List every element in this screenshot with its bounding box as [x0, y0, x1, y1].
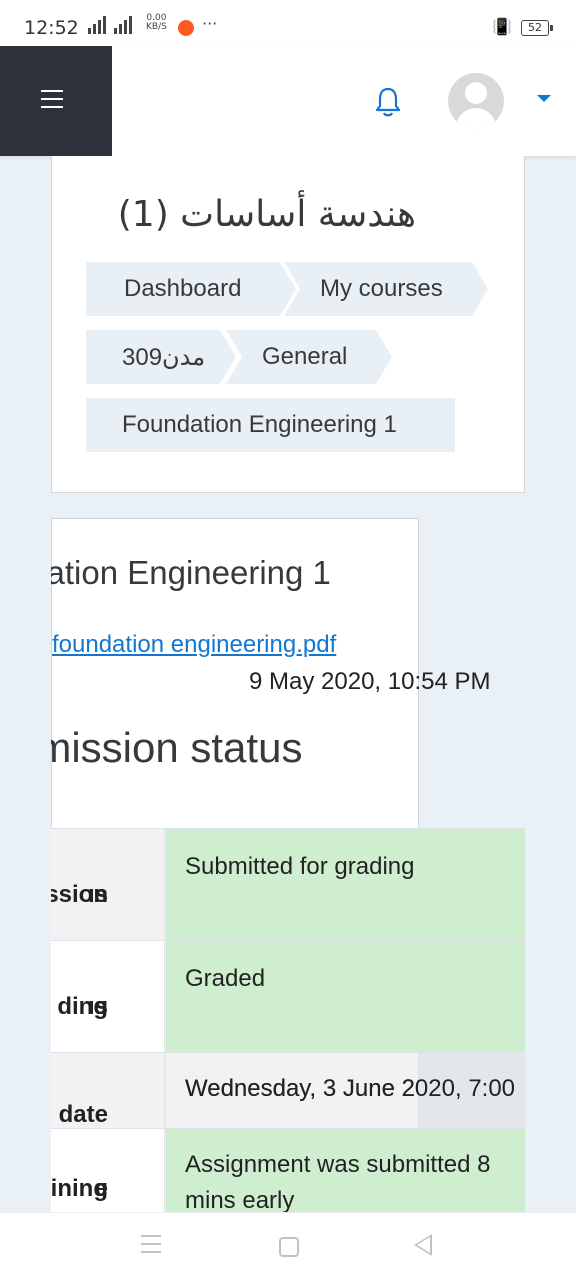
- breadcrumb-label: مدن309: [122, 343, 206, 371]
- breadcrumb-foundation-engineering[interactable]: Foundation Engineering 1: [86, 398, 455, 452]
- row-value: Graded: [166, 941, 525, 1053]
- back-icon[interactable]: [414, 1234, 432, 1256]
- page-title: هندسة أساسات (1): [117, 194, 416, 235]
- breadcrumb-label: Foundation Engineering 1: [122, 411, 397, 438]
- course-header-card: هندسة أساسات (1) Dashboard My courses مد…: [51, 156, 525, 493]
- system-nav-bar: [0, 1212, 576, 1281]
- table-row: eaining Assignment was submitted 8mins e…: [51, 1128, 525, 1218]
- drawer-toggle-button[interactable]: [0, 46, 112, 156]
- table-row: date Wednesday, 3 June 2020, 7:00 Wednes…: [51, 1052, 525, 1129]
- bell-icon[interactable]: [374, 86, 402, 118]
- signal-icon: [88, 16, 138, 34]
- row-label: nissionıs: [51, 829, 165, 941]
- user-avatar-icon[interactable]: [448, 73, 504, 129]
- row-label: eaining: [51, 1129, 165, 1218]
- hamburger-icon: [41, 90, 63, 114]
- breadcrumb-general[interactable]: General: [226, 330, 392, 384]
- clock: 12:52: [24, 17, 79, 39]
- activity-title: ıdation Engineering 1: [51, 554, 331, 591]
- top-navbar: [0, 46, 576, 156]
- breadcrumb-course-code[interactable]: مدن309: [86, 330, 236, 384]
- network-speed: 0.00 KB/S: [146, 13, 167, 32]
- row-label: date: [51, 1053, 165, 1129]
- status-bar: 12:52 0.00 KB/S ··· 📳 52: [0, 0, 576, 46]
- vibrate-icon: 📳: [492, 17, 512, 36]
- battery-icon: 52: [521, 20, 553, 36]
- caret-down-icon[interactable]: [537, 95, 551, 102]
- table-row: nissionıs Submitted for grading: [51, 828, 525, 941]
- activity-content: ıdation Engineering 1 foundation enginee…: [51, 518, 576, 1218]
- table-row: ding ıs Graded: [51, 940, 525, 1053]
- recent-apps-icon[interactable]: [141, 1235, 161, 1259]
- attachment-date: 9 May 2020, 10:54 PM: [249, 668, 491, 695]
- row-value: Submitted for grading: [166, 829, 525, 941]
- more-notifications-icon: ···: [202, 14, 218, 33]
- submission-status-heading: omission status: [51, 724, 303, 771]
- row-value-text: Wednesday, 3 June 2020, 7:00: [185, 1075, 516, 1102]
- breadcrumb-label: Dashboard: [124, 275, 242, 302]
- breadcrumb-label: General: [262, 343, 348, 370]
- breadcrumb-label: My courses: [320, 275, 443, 302]
- notification-app-icon: [178, 20, 194, 36]
- row-label: ding ıs: [51, 941, 165, 1053]
- breadcrumb-my-courses[interactable]: My courses: [284, 262, 488, 316]
- home-icon[interactable]: [279, 1237, 299, 1257]
- breadcrumb-dashboard[interactable]: Dashboard: [86, 262, 296, 316]
- row-value: Assignment was submitted 8 mins early: [166, 1129, 525, 1218]
- attachment-link[interactable]: foundation engineering.pdf: [52, 631, 336, 659]
